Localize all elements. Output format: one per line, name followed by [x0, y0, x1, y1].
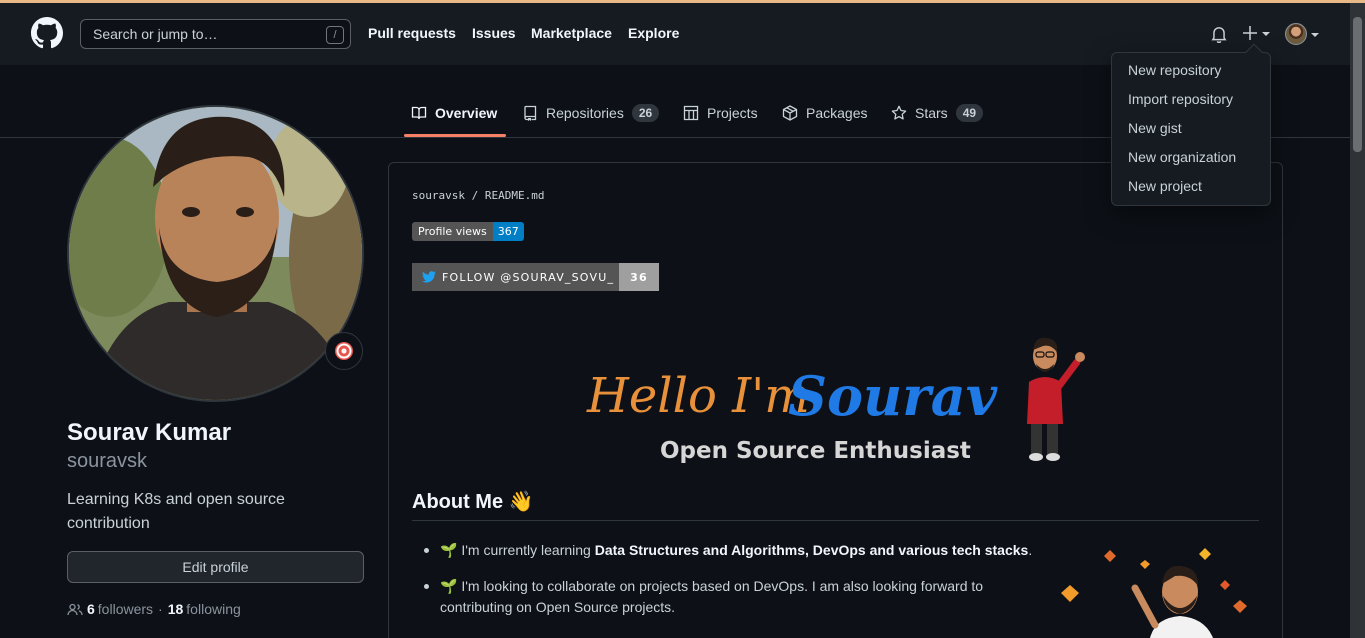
readme-path: souravsk / README.md [412, 189, 544, 202]
profile-views-badge: Profile views 367 [412, 222, 524, 241]
menu-item-import-repository[interactable]: Import repository [1128, 91, 1233, 107]
follow-separator: · [158, 601, 163, 617]
nav-explore[interactable]: Explore [628, 25, 679, 41]
tab-overview-label: Overview [435, 105, 498, 121]
menu-item-new-project[interactable]: New project [1128, 178, 1202, 194]
following-count[interactable]: 18 [168, 601, 184, 617]
user-avatar-menu[interactable] [1285, 23, 1307, 45]
tab-repositories-label: Repositories [546, 105, 624, 121]
celebration-character-icon [1061, 548, 1247, 638]
nav-marketplace[interactable]: Marketplace [531, 25, 612, 41]
menu-item-new-gist[interactable]: New gist [1128, 120, 1182, 136]
create-new-dropdown: New repository Import repository New gis… [1111, 43, 1271, 206]
wave-icon: 👋 [508, 491, 534, 513]
seedling-icon: 🌱 [440, 542, 458, 558]
stars-count-badge: 49 [955, 104, 984, 122]
list-item-text: 🌱 I'm looking to collaborate on projects… [440, 576, 983, 618]
profile-photo [69, 107, 362, 400]
bell-icon[interactable] [1210, 25, 1228, 43]
scrollbar-thumb[interactable] [1353, 17, 1362, 152]
profile-name: Sourav Kumar [67, 419, 232, 446]
list-item-post: . [1028, 542, 1033, 558]
seedling-icon: 🌱 [440, 578, 458, 594]
tab-packages[interactable]: Packages [782, 102, 867, 124]
tab-packages-label: Packages [806, 105, 868, 121]
package-icon [782, 105, 798, 121]
nav-issues[interactable]: Issues [472, 25, 516, 41]
list-item-text: 🌱 I'm currently learning Data Structures… [440, 540, 1032, 561]
active-tab-indicator [404, 134, 506, 137]
profile-status-button[interactable] [325, 332, 363, 370]
repo-icon [524, 105, 537, 121]
tab-stars[interactable]: Stars 49 [891, 102, 984, 124]
twitter-follow-label-box: FOLLOW @SOURAV_SOVU_ [412, 263, 619, 291]
search-shortcut-key: / [326, 26, 344, 44]
tab-stars-label: Stars [915, 105, 948, 121]
profile-bio: Learning K8s and open source contributio… [67, 491, 285, 532]
list-item-line2: contributing on Open Source projects. [440, 599, 676, 615]
book-icon [411, 106, 427, 120]
menu-item-new-organization[interactable]: New organization [1128, 149, 1236, 165]
search-input[interactable] [81, 20, 321, 48]
about-divider [412, 520, 1259, 521]
tab-repositories[interactable]: Repositories 26 [522, 102, 660, 124]
tab-overview[interactable]: Overview [411, 102, 497, 124]
list-item-bold: Data Structures and Algorithms, DevOps a… [594, 542, 1029, 558]
profile-username: souravsk [67, 450, 148, 472]
list-item-line1: I'm looking to collaborate on projects b… [461, 578, 984, 594]
github-logo-icon[interactable] [31, 17, 63, 49]
repositories-count-badge: 26 [631, 104, 660, 122]
banner-name: Sourav [788, 364, 998, 428]
following-label[interactable]: following [186, 601, 240, 617]
edit-profile-button[interactable]: Edit profile [67, 551, 364, 583]
list-item-pre: I'm currently learning [461, 542, 595, 558]
people-icon [67, 603, 83, 616]
tab-projects-label: Projects [707, 105, 758, 121]
follow-stats: 6 followers · 18 following [67, 601, 241, 617]
twitter-icon [422, 271, 436, 283]
tab-projects[interactable]: Projects [683, 102, 758, 124]
followers-count[interactable]: 6 [87, 601, 95, 617]
hello-banner: Hello I'm Sourav Open Source Enthusiast [560, 328, 1100, 468]
twitter-follow-badge[interactable]: FOLLOW @SOURAV_SOVU_ 36 [412, 263, 659, 291]
followers-label[interactable]: followers [98, 601, 153, 617]
page-scrollbar[interactable] [1350, 3, 1365, 638]
about-me-title: About Me [412, 491, 504, 513]
chevron-down-icon[interactable] [1311, 33, 1319, 37]
profile-views-value: 367 [492, 222, 524, 241]
waving-character-icon [1027, 337, 1085, 461]
twitter-follow-label: FOLLOW @SOURAV_SOVU_ [442, 270, 615, 284]
readme-path-file[interactable]: README.md [485, 189, 545, 202]
search-box[interactable]: / [80, 19, 351, 49]
bullet-dot [424, 584, 429, 589]
banner-tagline: Open Source Enthusiast [660, 438, 971, 464]
twitter-follow-count: 36 [619, 263, 659, 291]
readme-path-user[interactable]: souravsk [412, 189, 465, 202]
banner-hello: Hello I'm [587, 368, 810, 424]
about-me-heading: About Me 👋 [412, 489, 534, 514]
create-new-icon[interactable] [1242, 23, 1274, 43]
readme-path-sep: / [471, 189, 479, 202]
star-icon [891, 105, 907, 120]
nav-pull-requests[interactable]: Pull requests [368, 25, 456, 41]
profile-views-label: Profile views [412, 222, 493, 241]
menu-item-new-repository[interactable]: New repository [1128, 62, 1221, 78]
bullet-dot [424, 548, 429, 553]
profile-avatar[interactable] [67, 105, 364, 402]
project-board-icon [683, 105, 699, 121]
target-emoji-icon [335, 342, 353, 360]
